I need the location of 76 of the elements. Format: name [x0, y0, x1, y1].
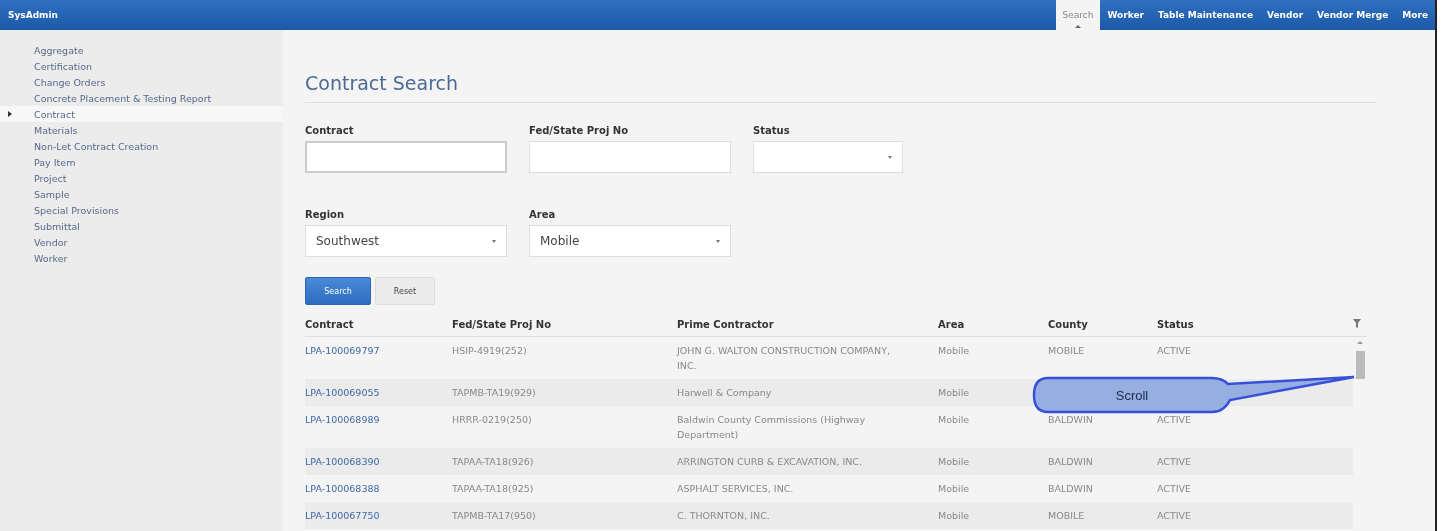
table-cell-text: ACTIVE [1157, 455, 1193, 469]
sidebar-item[interactable]: Vendor [0, 234, 283, 250]
field-label: Status [753, 125, 791, 136]
nav-tab[interactable]: Table Maintenance [1150, 0, 1260, 30]
table-cell-text: ACTIVE [1157, 413, 1193, 427]
sidebar-item[interactable]: Materials [0, 122, 283, 138]
page-title: Contract Search [305, 72, 1377, 103]
select-field[interactable] [753, 141, 903, 173]
filter-icon[interactable] [1353, 319, 1361, 328]
field-label: Region [305, 209, 346, 220]
table-cell-text: C. THORNTON, INC. [677, 509, 771, 523]
table-cell-text: Mobile [938, 386, 971, 400]
contract-link[interactable]: LPA-100069797 [305, 343, 452, 358]
column-header: Contract [305, 319, 355, 330]
column-header: Area [938, 319, 966, 330]
sidebar-item[interactable]: Certification [0, 58, 283, 74]
table-cell-text: Baldwin County Commissions (Highway Department) [677, 413, 866, 442]
contract-link[interactable]: LPA-100067750 [305, 508, 452, 523]
table-cell-text: Mobile [938, 509, 971, 523]
nav-tab[interactable]: Worker [1100, 0, 1151, 30]
sidebar-item[interactable]: Change Orders [0, 74, 283, 90]
select-field[interactable]: Mobile [529, 225, 731, 257]
sidebar-item[interactable]: Pay Item [0, 154, 283, 170]
column-header: Status [1157, 319, 1195, 330]
sidebar-item[interactable]: Project [0, 170, 283, 186]
table-cell-text: TAPMB-TA19(929) [452, 386, 537, 400]
table-cell-text: JOHN G. WALTON CONSTRUCTION COMPANY, INC. [677, 344, 892, 373]
sidebar-item[interactable]: Aggregate [0, 42, 283, 58]
select-field[interactable]: Southwest [305, 225, 507, 257]
field-label: Contract [305, 125, 355, 136]
app-title: SysAdmin [7, 10, 58, 20]
nav-tab[interactable]: Search [1055, 0, 1101, 30]
table-cell-text: BALDWIN [1048, 413, 1094, 427]
nav-tab[interactable]: Vendor Merge [1310, 0, 1396, 30]
nav-tab[interactable]: Vendor [1260, 0, 1311, 30]
sidebar-item[interactable]: Worker [0, 250, 283, 266]
table-cell-text: ACTIVE [1157, 344, 1193, 358]
contract-link[interactable]: LPA-100068989 [305, 412, 452, 427]
table-cell-text: HRRR-0219(250) [452, 413, 533, 427]
table-cell-text: Mobile [938, 455, 971, 469]
table-cell-text: TAPAA-TA18(925) [452, 482, 535, 496]
sidebar-item[interactable]: Contract [0, 106, 283, 122]
contract-link[interactable]: LPA-100069055 [305, 385, 452, 400]
contract-link[interactable]: LPA-100068388 [305, 481, 452, 496]
callout-text: Scroll [1115, 388, 1149, 403]
contract-link[interactable]: LPA-100068390 [305, 454, 452, 469]
sidebar-item[interactable]: Sample [0, 186, 283, 202]
column-header: Fed/State Proj No [452, 319, 553, 330]
table-cell-text: ARRINGTON CURB & EXCAVATION, INC. [677, 455, 863, 469]
sidebar-item[interactable]: Submittal [0, 218, 283, 234]
column-header: County [1048, 319, 1089, 330]
input-field[interactable] [305, 141, 507, 173]
table-cell-text: MOBILE [1048, 509, 1086, 523]
table-cell-text: Mobile [938, 413, 971, 427]
sidebar-item[interactable]: Special Provisions [0, 202, 283, 218]
reset-button[interactable]: Reset [375, 277, 435, 305]
table-cell-text: ACTIVE [1157, 509, 1193, 523]
table-cell-text: MOBILE [1048, 344, 1086, 358]
table-cell-text: TAPAA-TA18(926) [452, 455, 535, 469]
table-cell-text: Harwell & Company [677, 386, 773, 400]
table-cell-text: BALDWIN [1048, 482, 1094, 496]
search-button[interactable]: Search [305, 277, 371, 305]
table-cell-text: HSIP-4919(252) [452, 344, 528, 358]
table-cell-text: TAPMB-TA17(950) [452, 509, 537, 523]
table-cell-text: Mobile [938, 344, 971, 358]
sidebar-item[interactable]: Non-Let Contract Creation [0, 138, 283, 154]
field-label: Fed/State Proj No [529, 125, 630, 136]
input-field[interactable] [529, 141, 731, 173]
table-cell-text: BALDWIN [1048, 455, 1094, 469]
nav-tab[interactable]: More [1395, 0, 1435, 30]
table-cell-text: ASPHALT SERVICES, INC. [677, 482, 795, 496]
column-header: Prime Contractor [677, 319, 775, 330]
field-label: Area [529, 209, 557, 220]
table-cell-text: ACTIVE [1157, 482, 1193, 496]
sidebar-item[interactable]: Concrete Placement & Testing Report [0, 90, 283, 106]
table-cell-text: Mobile [938, 482, 971, 496]
